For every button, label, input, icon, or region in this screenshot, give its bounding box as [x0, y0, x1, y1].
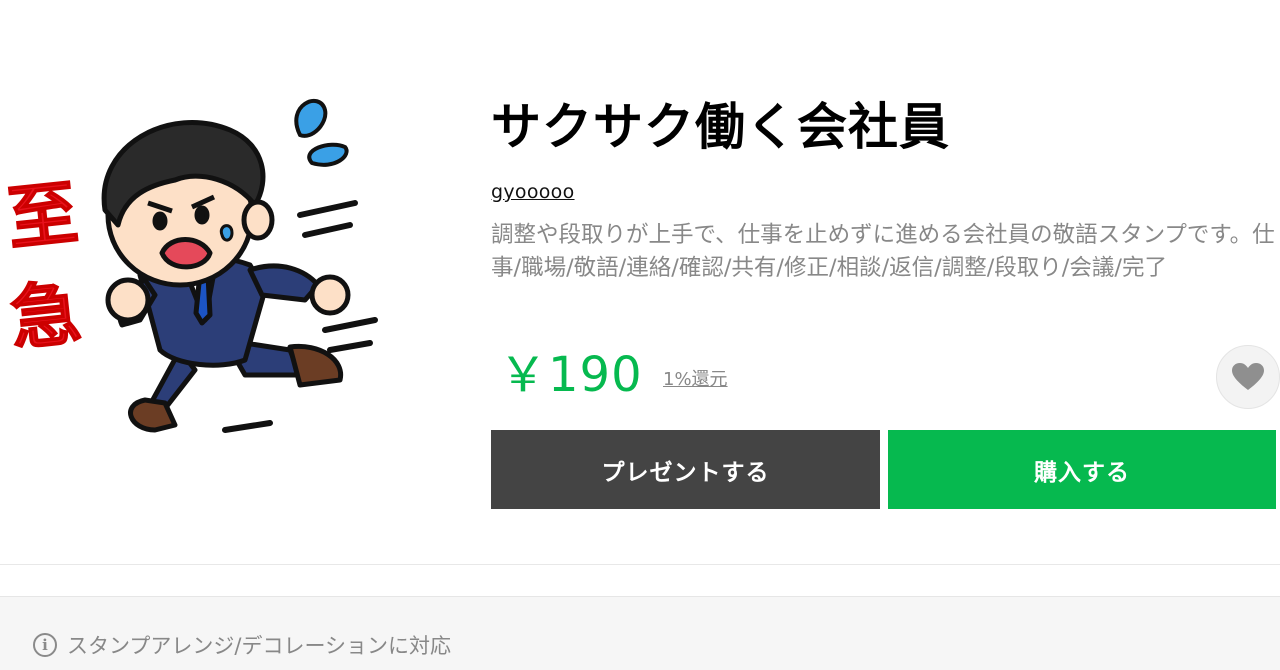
sweat-drops-icon	[294, 98, 349, 167]
arrange-notice: i スタンプアレンジ/デコレーションに対応	[33, 630, 451, 660]
favorite-button[interactable]	[1216, 345, 1280, 409]
buy-button[interactable]: 購入する	[888, 430, 1276, 509]
info-icon: i	[33, 633, 57, 657]
points-link[interactable]: 1%還元	[663, 365, 728, 391]
product-info: サクサク働く会社員 gyooooo 調整や段取りが上手で、仕事を止めずに進める会…	[491, 95, 1280, 285]
product-header: 至 急 至 急 サクサク働く会社員 gyooooo 調整や段取りが上手で、仕事を…	[0, 0, 1280, 565]
svg-text:急: 急	[6, 272, 84, 361]
heart-icon	[1232, 363, 1264, 390]
sticker-main-image: 至 急 至 急	[0, 98, 378, 433]
feature-notice-bar: i スタンプアレンジ/デコレーションに対応	[0, 596, 1280, 670]
price-row: ￥190 1%還元	[491, 345, 1280, 409]
svg-text:至: 至	[3, 172, 81, 261]
gift-button[interactable]: プレゼントする	[491, 430, 880, 509]
action-buttons: プレゼントする 購入する	[491, 430, 1280, 509]
price: ￥190	[499, 347, 643, 403]
product-title: サクサク働く会社員	[491, 98, 950, 156]
sticker-urgent-text: 至 急 至 急	[0, 165, 92, 368]
notice-text: スタンプアレンジ/デコレーションに対応	[67, 634, 452, 658]
businessman-figure	[101, 119, 351, 433]
product-description: 調整や段取りが上手で、仕事を止めずに進める会社員の敬語スタンプです。仕事/職場/…	[491, 222, 1275, 281]
author-link[interactable]: gyooooo	[491, 181, 575, 203]
